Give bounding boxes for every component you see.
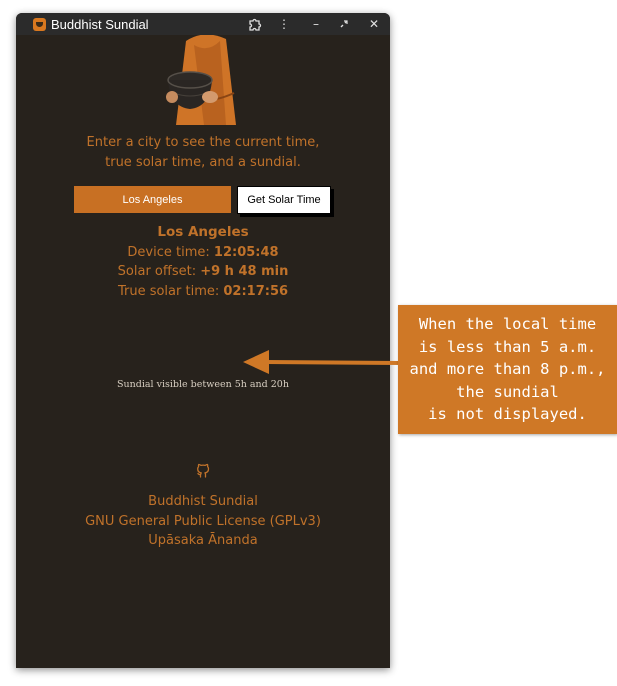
solar-offset-value: +9 h 48 min — [200, 264, 289, 279]
callout-line-3: and more than 8 p.m., — [409, 360, 606, 378]
kebab-menu-icon[interactable]: ⋮ — [275, 15, 293, 33]
github-icon[interactable] — [194, 462, 212, 480]
device-time-label: Device time: — [127, 244, 214, 260]
true-solar-time-value: 02:17:56 — [223, 283, 289, 299]
app-bowl-icon — [33, 17, 46, 31]
get-solar-time-button[interactable]: Get Solar Time — [237, 186, 331, 214]
result-city: Los Angeles — [157, 224, 249, 240]
intro-line-2: true solar time, and a sundial. — [105, 155, 301, 170]
footer-license: GNU General Public License (GPLv3) — [85, 513, 321, 529]
intro-text: Enter a city to see the current time, tr… — [16, 133, 390, 173]
callout-line-5: is not displayed. — [428, 405, 587, 423]
annotation-callout: When the local time is less than 5 a.m. … — [398, 305, 617, 434]
results-panel: Los Angeles Device time: 12:05:48 Solar … — [16, 223, 390, 301]
solar-offset-label: Solar offset: — [117, 264, 201, 279]
minimize-icon[interactable]: – — [307, 15, 325, 33]
app-window: Buddhist Sundial ⋮ – ✕ Enter a city to s… — [16, 13, 390, 668]
callout-line-1: When the local time — [418, 315, 597, 333]
city-input[interactable] — [74, 186, 231, 213]
restore-icon[interactable] — [335, 15, 353, 33]
sundial-note: Sundial visible between 5h and 20h — [117, 379, 289, 390]
footer: Buddhist Sundial GNU General Public Lice… — [16, 492, 390, 551]
intro-line-1: Enter a city to see the current time, — [86, 135, 320, 150]
callout-line-2: is less than 5 a.m. — [418, 337, 597, 356]
title-bar: Buddhist Sundial ⋮ – ✕ — [16, 13, 390, 35]
monk-image — [166, 35, 236, 125]
device-time-row: Device time: 12:05:48 — [16, 243, 390, 263]
true-solar-time-row: True solar time: 02:17:56 — [16, 282, 390, 302]
close-icon[interactable]: ✕ — [365, 15, 383, 33]
footer-author: Upāsaka Ānanda — [148, 533, 258, 548]
puzzle-icon[interactable] — [246, 15, 264, 33]
footer-app-name: Buddhist Sundial — [148, 494, 258, 509]
callout-line-4: the sundial — [456, 382, 559, 401]
true-solar-time-label: True solar time: — [117, 283, 224, 299]
annotation-arrow — [243, 350, 403, 374]
device-time-value: 12:05:48 — [213, 244, 279, 260]
window-title: Buddhist Sundial — [51, 16, 149, 32]
solar-offset-row: Solar offset: +9 h 48 min — [16, 262, 390, 282]
